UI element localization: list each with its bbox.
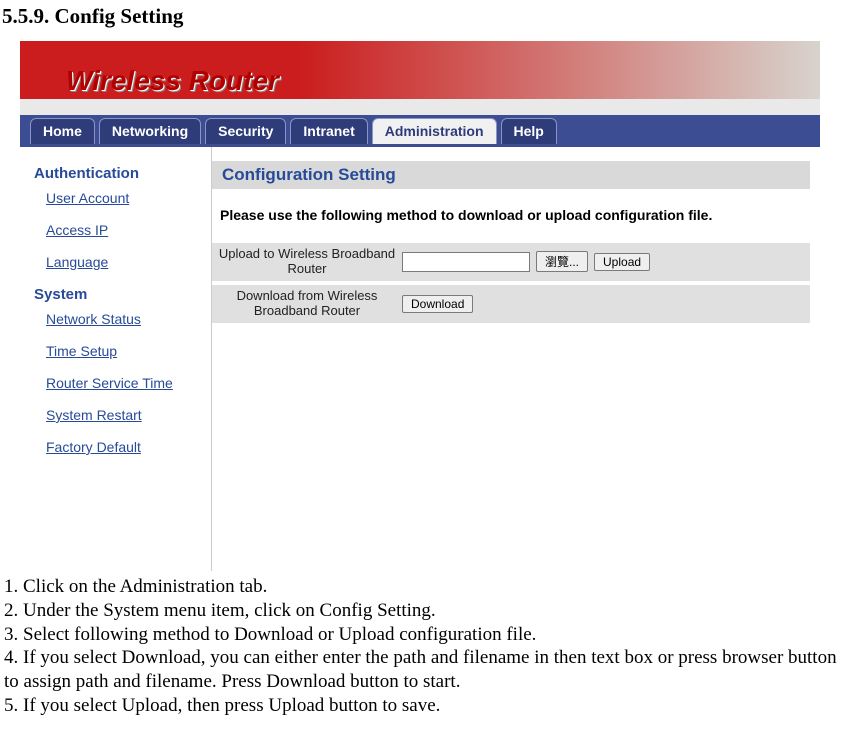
browse-button[interactable]: 瀏覽...: [536, 251, 588, 272]
download-button[interactable]: Download: [402, 295, 473, 313]
banner: Wireless Router Home Networking Security…: [20, 41, 820, 147]
sidebar: Authentication User Account Access IP La…: [20, 147, 212, 571]
instruction-step: 4. If you select Download, you can eithe…: [4, 646, 854, 694]
file-path-input[interactable]: [402, 252, 530, 272]
instruction-step: 1. Click on the Administration tab.: [4, 575, 854, 599]
instruction-step: 3. Select following method to Download o…: [4, 623, 854, 647]
tab-help[interactable]: Help: [501, 118, 557, 144]
upload-button[interactable]: Upload: [594, 253, 650, 271]
sidebar-link-language[interactable]: Language: [46, 254, 201, 270]
content-title: Configuration Setting: [212, 161, 810, 189]
sidebar-section-system: System: [34, 286, 201, 303]
instruction-step: 2. Under the System menu item, click on …: [4, 599, 854, 623]
main-area: Authentication User Account Access IP La…: [20, 147, 820, 571]
sidebar-section-authentication: Authentication: [34, 165, 201, 182]
router-admin-screenshot: Wireless Router Home Networking Security…: [20, 41, 820, 571]
content-instruction: Please use the following method to downl…: [220, 207, 810, 223]
upload-label: Upload to Wireless Broadband Router: [218, 247, 402, 277]
download-label: Download from Wireless Broadband Router: [218, 289, 402, 319]
upload-row: Upload to Wireless Broadband Router 瀏覽..…: [212, 243, 810, 281]
section-heading: 5.5.9. Config Setting: [2, 4, 856, 29]
sidebar-link-system-restart[interactable]: System Restart: [46, 407, 201, 423]
sidebar-link-time-setup[interactable]: Time Setup: [46, 343, 201, 359]
sidebar-link-user-account[interactable]: User Account: [46, 190, 201, 206]
instruction-list: 1. Click on the Administration tab. 2. U…: [2, 575, 856, 718]
instruction-step: 5. If you select Upload, then press Uplo…: [4, 694, 854, 718]
tab-bar: Home Networking Security Intranet Admini…: [20, 115, 820, 147]
tab-intranet[interactable]: Intranet: [290, 118, 367, 144]
download-row: Download from Wireless Broadband Router …: [212, 285, 810, 323]
tab-networking[interactable]: Networking: [99, 118, 201, 144]
tab-administration[interactable]: Administration: [372, 118, 497, 144]
sidebar-link-access-ip[interactable]: Access IP: [46, 222, 201, 238]
tab-home[interactable]: Home: [30, 118, 95, 144]
sidebar-link-router-service-time[interactable]: Router Service Time: [46, 375, 201, 391]
sidebar-link-factory-default[interactable]: Factory Default: [46, 439, 201, 455]
banner-title: Wireless Router: [66, 65, 279, 97]
content-panel: Configuration Setting Please use the fol…: [212, 147, 820, 571]
tab-security[interactable]: Security: [205, 118, 286, 144]
sidebar-link-network-status[interactable]: Network Status: [46, 311, 201, 327]
